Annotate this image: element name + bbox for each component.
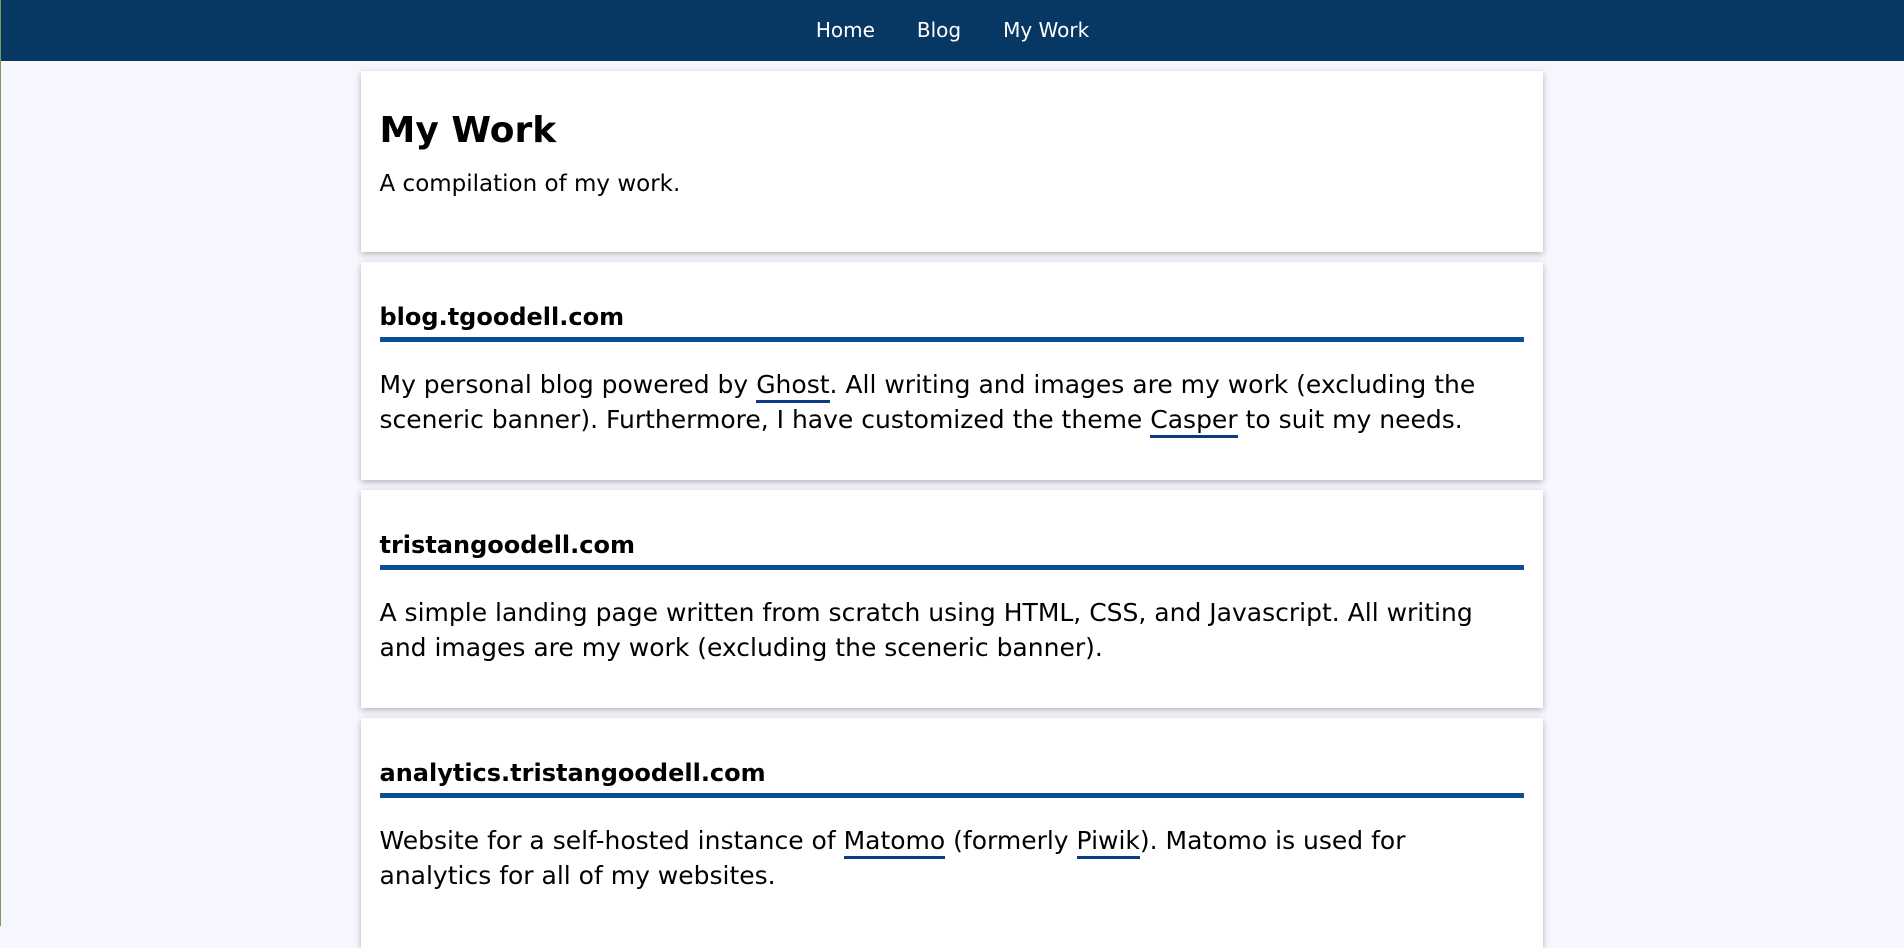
project-title: analytics.tristangoodell.com <box>379 758 1524 798</box>
nav-my-work-link[interactable]: My Work <box>1003 18 1089 42</box>
project-title: blog.tgoodell.com <box>379 302 1524 342</box>
project-description: A simple landing page written from scrat… <box>380 595 1524 665</box>
project-description: My personal blog powered by Ghost. All w… <box>379 367 1524 438</box>
casper-link[interactable]: Casper <box>1150 405 1238 438</box>
description-text: (formerly <box>945 826 1077 855</box>
top-navigation: Home Blog My Work <box>1 0 1904 61</box>
description-text: to suit my needs. <box>1237 405 1463 434</box>
intro-card: My Work A compilation of my work. <box>360 71 1543 252</box>
intro-text: A compilation of my work. <box>379 171 681 197</box>
ghost-link[interactable]: Ghost <box>756 370 830 403</box>
matomo-link[interactable]: Matomo <box>843 826 946 859</box>
piwik-link[interactable]: Piwik <box>1076 826 1140 859</box>
project-description: Website for a self-hosted instance of Ma… <box>380 823 1524 893</box>
project-card-landing-page: tristangoodell.com A simple landing page… <box>360 490 1543 708</box>
page-title: My Work <box>379 110 557 151</box>
main-content: My Work A compilation of my work. blog.t… <box>360 61 1543 948</box>
nav-blog-link[interactable]: Blog <box>917 18 961 42</box>
description-text: Website for a self-hosted instance of <box>379 826 844 855</box>
description-text: My personal blog powered by <box>379 370 757 399</box>
nav-home-link[interactable]: Home <box>816 18 875 42</box>
project-title: tristangoodell.com <box>379 530 1524 570</box>
description-text: A simple landing page written from scrat… <box>379 598 1473 662</box>
project-card-analytics: analytics.tristangoodell.com Website for… <box>360 718 1543 948</box>
project-card-blog: blog.tgoodell.com My personal blog power… <box>360 262 1543 480</box>
